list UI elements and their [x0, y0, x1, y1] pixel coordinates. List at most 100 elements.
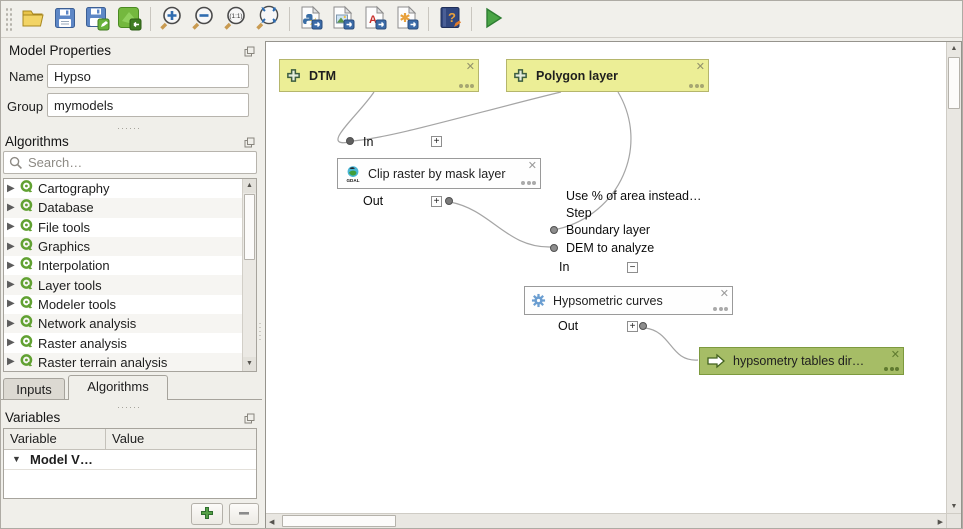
export-svg-icon [394, 5, 420, 34]
comment-dots-icon[interactable] [459, 84, 474, 88]
comment-dots-icon[interactable] [884, 367, 899, 371]
scroll-right-arrow[interactable]: ▶ [938, 518, 943, 526]
collapse-triangle-icon[interactable]: ▼ [12, 454, 21, 464]
node-algorithm-clip-raster[interactable]: GDAL Clip raster by mask layer ✕ [337, 158, 541, 189]
export-pdf-icon: A [362, 5, 388, 34]
expander-icon[interactable]: ▶ [7, 338, 20, 348]
scrollbar-thumb[interactable] [282, 515, 396, 527]
tab-inputs[interactable]: Inputs [3, 378, 65, 400]
expander-icon[interactable]: ▶ [7, 242, 20, 252]
toolbar-drag-handle[interactable] [5, 7, 13, 31]
export-svg-button[interactable] [392, 4, 422, 34]
edit-help-button[interactable]: ? [435, 4, 465, 34]
run-model-button[interactable] [478, 4, 508, 34]
model-name-input[interactable] [47, 64, 249, 88]
scroll-left-arrow[interactable]: ◀ [269, 518, 274, 526]
expander-icon[interactable]: ▶ [7, 203, 20, 213]
expand-outputs-box[interactable]: + [627, 321, 638, 332]
scrollbar-thumb[interactable] [948, 57, 960, 109]
link-clip-out-to-dem [450, 202, 551, 247]
comment-dots-icon[interactable] [521, 181, 536, 185]
column-header-variable[interactable]: Variable [10, 431, 57, 446]
delete-node-icon[interactable]: ✕ [528, 160, 537, 172]
tree-item-file-tools[interactable]: ▶File tools [4, 218, 256, 237]
qgis-provider-icon [20, 199, 34, 216]
help-book-icon: ? [438, 5, 463, 33]
node-input-polygon-layer[interactable]: Polygon layer ✕ [506, 59, 709, 92]
delete-node-icon[interactable]: ✕ [891, 349, 900, 361]
tree-item-raster-terrain-analysis[interactable]: ▶Raster terrain analysis [4, 353, 256, 372]
tree-item-cartography[interactable]: ▶Cartography [4, 179, 256, 198]
zoom-out-button[interactable] [189, 4, 219, 34]
model-canvas-frame: DTM ✕ Polygon layer ✕ In + GDAL Clip ras… [265, 41, 962, 529]
panel-splitter-handle[interactable]: ······ [117, 125, 141, 131]
scrollbar-thumb[interactable] [244, 194, 255, 260]
expander-icon[interactable]: ▶ [7, 319, 20, 329]
column-divider[interactable] [105, 429, 106, 450]
tree-item-graphics[interactable]: ▶Graphics [4, 237, 256, 256]
zoom-actual-button[interactable]: (1:1) [221, 4, 251, 34]
model-group-input[interactable] [47, 93, 249, 117]
toolbar: (1:1) A ? [1, 1, 962, 38]
zoom-in-button[interactable] [157, 4, 187, 34]
panel-resize-handle[interactable]: ····· [257, 321, 263, 341]
comment-dots-icon[interactable] [689, 84, 704, 88]
scroll-up-arrow[interactable]: ▲ [243, 179, 256, 193]
socket-dem-to-analyze[interactable] [550, 244, 558, 252]
expand-outputs-box[interactable]: + [431, 196, 442, 207]
tree-item-layer-tools[interactable]: ▶Layer tools [4, 275, 256, 294]
socket-hypso-out[interactable] [639, 322, 647, 330]
model-canvas[interactable]: DTM ✕ Polygon layer ✕ In + GDAL Clip ras… [266, 42, 946, 513]
tab-algorithms[interactable]: Algorithms [68, 375, 168, 400]
export-python-button[interactable] [296, 4, 326, 34]
scroll-down-arrow[interactable]: ▼ [947, 503, 961, 510]
collapse-inputs-box[interactable]: − [627, 262, 638, 273]
zoom-full-button[interactable] [253, 4, 283, 34]
node-label: DTM [309, 69, 336, 83]
scroll-down-arrow[interactable]: ▼ [243, 357, 256, 371]
delete-node-icon[interactable]: ✕ [720, 288, 729, 300]
float-variables-button[interactable] [244, 412, 255, 427]
expander-icon[interactable]: ▶ [7, 280, 20, 290]
comment-dots-icon[interactable] [713, 307, 728, 311]
tree-item-interpolation[interactable]: ▶Interpolation [4, 256, 256, 275]
node-algorithm-hypsometric-curves[interactable]: Hypsometric curves ✕ [524, 286, 733, 315]
tree-item-modeler-tools[interactable]: ▶Modeler tools [4, 295, 256, 314]
node-output-hypsometry-tables[interactable]: hypsometry tables dir… ✕ [699, 347, 904, 375]
float-model-properties-button[interactable] [244, 45, 255, 60]
expander-icon[interactable]: ▶ [7, 357, 20, 367]
variables-panel-title: Variables [5, 410, 60, 425]
panel-splitter-handle[interactable]: ······ [117, 404, 141, 410]
socket-clip-in[interactable] [346, 137, 354, 145]
tree-item-raster-analysis[interactable]: ▶Raster analysis [4, 333, 256, 352]
column-header-value[interactable]: Value [112, 431, 144, 446]
export-as-script-button[interactable] [114, 4, 144, 34]
socket-clip-out[interactable] [445, 197, 453, 205]
node-input-dtm[interactable]: DTM ✕ [279, 59, 479, 92]
save-model-as-button[interactable] [82, 4, 112, 34]
export-image-button[interactable] [328, 4, 358, 34]
open-model-button[interactable] [18, 4, 48, 34]
remove-variable-button[interactable] [229, 503, 259, 525]
variables-group-row[interactable]: ▼ Model V… [4, 450, 256, 470]
socket-boundary-layer[interactable] [550, 226, 558, 234]
add-variable-button[interactable] [191, 503, 223, 525]
delete-node-icon[interactable]: ✕ [696, 61, 705, 73]
search-input[interactable] [26, 153, 251, 172]
expander-icon[interactable]: ▶ [7, 222, 20, 232]
scroll-up-arrow[interactable]: ▲ [947, 45, 961, 52]
expand-inputs-box[interactable]: + [431, 136, 442, 147]
expander-icon[interactable]: ▶ [7, 261, 20, 271]
node-label: hypsometry tables dir… [733, 354, 864, 368]
canvas-horizontal-scrollbar: ◀ ▶ [266, 513, 946, 528]
tree-item-database[interactable]: ▶Database [4, 198, 256, 217]
expander-icon[interactable]: ▶ [7, 299, 20, 309]
expander-icon[interactable]: ▶ [7, 184, 20, 194]
export-pdf-button[interactable]: A [360, 4, 390, 34]
svg-text:GDAL: GDAL [346, 178, 359, 183]
float-algorithms-button[interactable] [244, 136, 255, 151]
tree-item-network-analysis[interactable]: ▶Network analysis [4, 314, 256, 333]
delete-node-icon[interactable]: ✕ [466, 61, 475, 73]
save-model-button[interactable] [50, 4, 80, 34]
svg-text:?: ? [448, 10, 456, 25]
